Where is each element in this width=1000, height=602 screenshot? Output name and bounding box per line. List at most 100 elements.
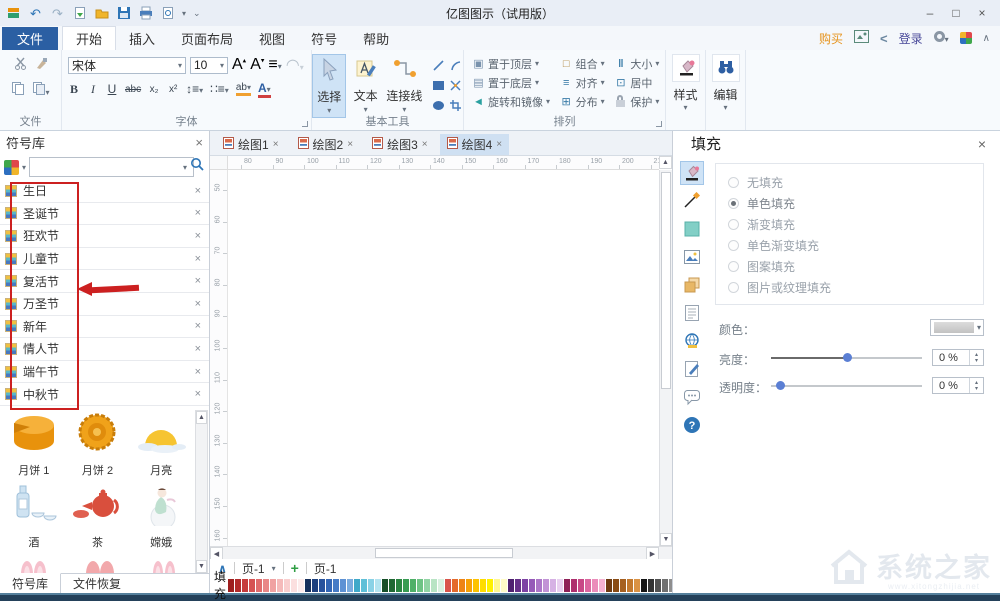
palette-swatch[interactable] xyxy=(466,579,472,592)
page-tab[interactable]: 页-1 xyxy=(242,560,265,577)
align-icon[interactable]: ≡▾ xyxy=(268,56,281,74)
fill-option-3[interactable]: 渐变填充 xyxy=(728,214,983,235)
palette-swatch[interactable] xyxy=(445,579,451,592)
radio-icon[interactable] xyxy=(728,261,739,272)
palette-swatch[interactable] xyxy=(480,579,486,592)
palette-swatch[interactable] xyxy=(431,579,437,592)
highlight-color-icon[interactable]: ab▾ xyxy=(236,82,251,96)
font-size-combo[interactable]: 10▾ xyxy=(190,57,228,74)
palette-swatch[interactable] xyxy=(417,579,423,592)
color-dropdown[interactable]: ▾ xyxy=(930,319,984,336)
tab-file-recovery[interactable]: 文件恢复 xyxy=(61,574,133,593)
palette-swatch[interactable] xyxy=(606,579,612,592)
symbol-panel-close-icon[interactable]: × xyxy=(195,135,203,150)
layers-icon[interactable] xyxy=(680,273,704,297)
menu-tab-6[interactable]: 帮助 xyxy=(350,26,402,50)
symbol-search-input[interactable] xyxy=(29,157,194,177)
paste-dropdown-icon[interactable]: ▾ xyxy=(32,81,49,100)
share-icon[interactable]: < xyxy=(880,31,888,46)
canvas-vertical-scrollbar[interactable]: ▼ xyxy=(659,170,672,546)
rectangle-tool-icon[interactable] xyxy=(430,76,446,95)
drawing-tab-4[interactable]: 绘图4× xyxy=(440,134,510,155)
library-item-close-icon[interactable]: × xyxy=(195,253,204,265)
palette-swatch[interactable] xyxy=(557,579,563,592)
underline-button[interactable]: U xyxy=(106,82,118,96)
line-spacing-icon[interactable]: ↕≡▾ xyxy=(186,82,203,96)
library-item-close-icon[interactable]: × xyxy=(195,185,204,197)
palette-swatch[interactable] xyxy=(487,579,493,592)
palette-swatch[interactable] xyxy=(634,579,640,592)
palette-swatch[interactable] xyxy=(662,579,668,592)
shape-color-icon[interactable] xyxy=(680,217,704,241)
palette-swatch[interactable] xyxy=(655,579,661,592)
paste-icon[interactable] xyxy=(11,81,24,100)
freeform-tool-icon[interactable] xyxy=(447,76,463,95)
picture-icon[interactable] xyxy=(680,245,704,269)
redo-icon[interactable]: ↷ xyxy=(50,6,65,21)
print-icon[interactable] xyxy=(138,6,153,21)
brightness-slider[interactable] xyxy=(771,357,922,359)
menu-tab-4[interactable]: 视图 xyxy=(246,26,298,50)
library-list-item[interactable]: 狂欢节× xyxy=(0,225,209,248)
vertical-scroll-thumb[interactable] xyxy=(661,172,671,389)
arrange-item-4[interactable]: 置于底层▾ xyxy=(468,73,556,92)
radio-icon[interactable] xyxy=(728,282,739,293)
font-color-icon[interactable]: A▾ xyxy=(258,81,271,98)
palette-swatch[interactable] xyxy=(564,579,570,592)
library-item-close-icon[interactable]: × xyxy=(195,275,204,287)
line-style-icon[interactable] xyxy=(680,189,704,213)
palette-swatch[interactable] xyxy=(613,579,619,592)
palette-swatch[interactable] xyxy=(529,579,535,592)
palette-swatch[interactable] xyxy=(291,579,297,592)
transparency-slider-handle[interactable] xyxy=(776,381,785,390)
arrange-item-7[interactable]: 旋转和镜像▾ xyxy=(468,92,556,111)
fill-option-1[interactable]: 无填充 xyxy=(728,172,983,193)
drawing-tab-2[interactable]: 绘图2× xyxy=(291,134,361,155)
page-dropdown-icon[interactable]: ▾ xyxy=(272,564,276,573)
library-item-close-icon[interactable]: × xyxy=(195,366,204,378)
search-history-dropdown-icon[interactable]: ▾ xyxy=(183,163,187,172)
palette-swatch[interactable] xyxy=(396,579,402,592)
palette-swatch[interactable] xyxy=(298,579,304,592)
palette-swatch[interactable] xyxy=(473,579,479,592)
palette-swatch[interactable] xyxy=(354,579,360,592)
palette-swatch[interactable] xyxy=(347,579,353,592)
arrange-item-9[interactable]: 保护▾ xyxy=(610,92,665,111)
palette-swatch[interactable] xyxy=(305,579,311,592)
grow-font-icon[interactable]: A▴ xyxy=(232,56,246,74)
drawing-tab-1[interactable]: 绘图1× xyxy=(216,134,286,155)
maximize-button[interactable]: □ xyxy=(944,3,968,23)
drawing-canvas[interactable] xyxy=(228,170,659,546)
menu-tab-3[interactable]: 页面布局 xyxy=(168,26,246,50)
font-family-combo[interactable]: 宋体▾ xyxy=(68,57,186,74)
library-list-item[interactable]: 儿童节× xyxy=(0,248,209,271)
palette-swatch[interactable] xyxy=(228,579,234,592)
palette-swatch[interactable] xyxy=(284,579,290,592)
palette-swatch[interactable] xyxy=(319,579,325,592)
palette-swatch[interactable] xyxy=(543,579,549,592)
search-icon[interactable] xyxy=(190,157,205,177)
canvas-scroll-up-icon[interactable]: ▲ xyxy=(659,156,672,169)
canvas-horizontal-scrollbar[interactable]: ◀ ▶ xyxy=(210,546,672,559)
palette-swatch[interactable] xyxy=(508,579,514,592)
library-category-icon[interactable] xyxy=(4,160,19,175)
cut-icon[interactable] xyxy=(14,57,27,75)
palette-swatch[interactable] xyxy=(242,579,248,592)
palette-swatch[interactable] xyxy=(438,579,444,592)
menu-tab-1[interactable]: 开始 xyxy=(62,26,116,50)
drawing-tab-close-icon[interactable]: × xyxy=(496,139,502,150)
connector-tool-button[interactable]: 连接线▾ xyxy=(385,54,424,118)
note-pen-icon[interactable] xyxy=(680,357,704,381)
fill-panel-close-icon[interactable]: × xyxy=(978,136,986,152)
library-list-item[interactable]: 生日× xyxy=(0,180,209,203)
library-item-close-icon[interactable]: × xyxy=(195,230,204,242)
library-item-close-icon[interactable]: × xyxy=(195,343,204,355)
palette-swatch[interactable] xyxy=(494,579,500,592)
quick-access-dropdown-icon[interactable]: ▾ xyxy=(182,9,186,18)
arrange-dialog-launcher-icon[interactable] xyxy=(656,121,662,127)
arc-tool-icon[interactable] xyxy=(447,56,463,75)
symbol-panel-scrollbar[interactable]: ▲ ▼ xyxy=(195,410,208,574)
library-item-close-icon[interactable]: × xyxy=(195,298,204,310)
arrange-item-5[interactable]: 对齐▾ xyxy=(556,73,611,92)
horizontal-scroll-thumb[interactable] xyxy=(375,548,513,558)
